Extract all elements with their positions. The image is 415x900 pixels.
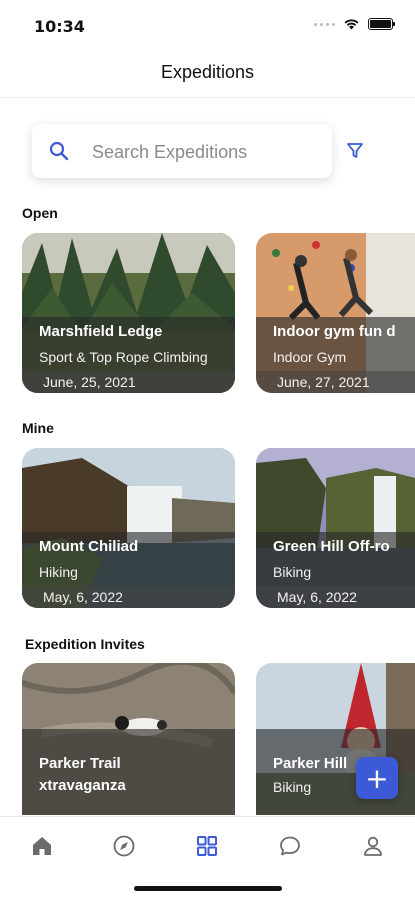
card-date: May, 6, 2022 — [277, 589, 357, 605]
grid-icon — [197, 836, 217, 856]
tab-bar — [0, 817, 415, 877]
card-title: Green Hill Off-ro — [273, 538, 390, 555]
chat-icon — [280, 836, 300, 856]
tab-expeditions[interactable] — [187, 831, 227, 861]
expedition-card[interactable]: Mount Chiliad Hiking May, 6, 2022 — [22, 448, 235, 608]
card-subtitle: Biking — [273, 779, 312, 795]
cellular-signal-icon — [314, 22, 335, 26]
status-icons — [314, 18, 395, 30]
home-icon — [33, 837, 51, 855]
tab-home[interactable] — [22, 831, 62, 861]
compass-icon — [113, 835, 135, 857]
tab-explore[interactable] — [104, 831, 144, 861]
card-title: Marshfield Ledge — [39, 323, 163, 340]
card-date: June, 25, 2021 — [43, 374, 136, 390]
expedition-card[interactable]: Indoor gym fun d Indoor Gym June, 27, 20… — [256, 233, 415, 393]
card-date: May, 6, 2022 — [43, 589, 123, 605]
battery-icon — [368, 18, 395, 30]
expedition-card[interactable]: Green Hill Off-ro Biking May, 6, 2022 — [256, 448, 415, 608]
home-indicator[interactable] — [134, 886, 282, 891]
tab-messages[interactable] — [270, 831, 310, 861]
page-title: Expeditions — [160, 62, 255, 82]
profile-icon — [364, 836, 382, 856]
card-subtitle: Biking — [273, 564, 312, 580]
section-title-invites: Expedition Invites — [25, 636, 145, 652]
search-placeholder: Search Expeditions — [92, 142, 248, 162]
filter-icon[interactable] — [346, 142, 364, 160]
expedition-card[interactable]: Marshfield Ledge Sport & Top Rope Climbi… — [22, 233, 235, 393]
search-icon — [49, 141, 69, 161]
add-expedition-button[interactable]: + — [356, 757, 398, 799]
card-date: June, 27, 2021 — [277, 374, 370, 390]
wifi-icon — [344, 19, 359, 30]
card-subtitle: Indoor Gym — [273, 349, 347, 365]
section-title-mine: Mine — [22, 420, 54, 436]
status-bar: 10:34 — [0, 0, 415, 50]
status-time: 10:34 — [34, 17, 85, 36]
search-input[interactable]: Search Expeditions — [32, 124, 332, 178]
section-title-open: Open — [22, 205, 58, 221]
tab-profile[interactable] — [353, 831, 393, 861]
card-title: Indoor gym fun d — [273, 323, 396, 340]
card-title: Mount Chiliad — [39, 538, 139, 555]
expedition-card[interactable]: Parker Trail xtravaganza — [22, 663, 235, 815]
card-subtitle: Hiking — [39, 564, 78, 580]
card-subtitle: Sport & Top Rope Climbing — [39, 349, 208, 365]
card-title: Parker Trail xtravaganza — [39, 755, 126, 794]
header-divider — [0, 97, 415, 98]
